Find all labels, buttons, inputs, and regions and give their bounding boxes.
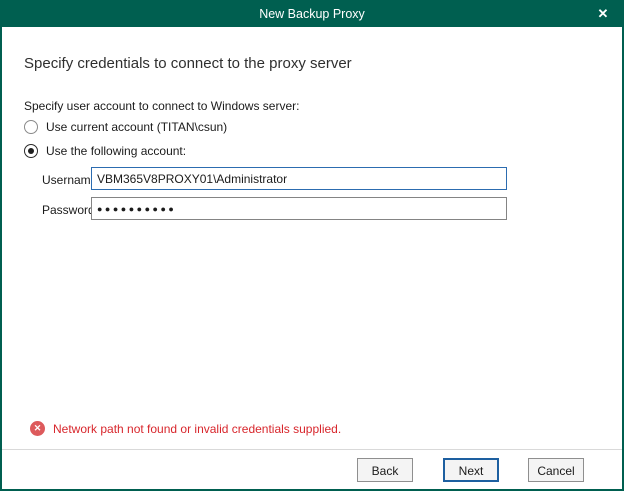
- radio-unselected-icon[interactable]: [24, 120, 38, 134]
- error-message: Network path not found or invalid creden…: [53, 422, 341, 436]
- footer-divider: [2, 449, 622, 450]
- close-icon: ✕: [598, 7, 609, 20]
- window-title: New Backup Proxy: [259, 7, 365, 21]
- cancel-button[interactable]: Cancel: [528, 458, 584, 482]
- account-section-label: Specify user account to connect to Windo…: [24, 99, 299, 113]
- password-input[interactable]: [91, 197, 507, 220]
- page-title: Specify credentials to connect to the pr…: [24, 55, 352, 72]
- back-button[interactable]: Back: [357, 458, 413, 482]
- radio-following-account-label: Use the following account:: [46, 144, 186, 158]
- radio-following-account[interactable]: Use the following account:: [24, 144, 186, 158]
- radio-current-account-label: Use current account (TITAN\csun): [46, 120, 227, 134]
- error-circle-x-icon: ✕: [30, 421, 45, 436]
- new-backup-proxy-dialog: New Backup Proxy ✕ Specify credentials t…: [0, 0, 624, 491]
- next-button[interactable]: Next: [443, 458, 499, 482]
- password-label: Password:: [42, 203, 98, 217]
- radio-current-account[interactable]: Use current account (TITAN\csun): [24, 120, 227, 134]
- error-banner: ✕ Network path not found or invalid cred…: [30, 421, 341, 436]
- username-input[interactable]: [91, 167, 507, 190]
- radio-selected-icon[interactable]: [24, 144, 38, 158]
- close-button[interactable]: ✕: [582, 0, 624, 27]
- titlebar: New Backup Proxy ✕: [0, 0, 624, 27]
